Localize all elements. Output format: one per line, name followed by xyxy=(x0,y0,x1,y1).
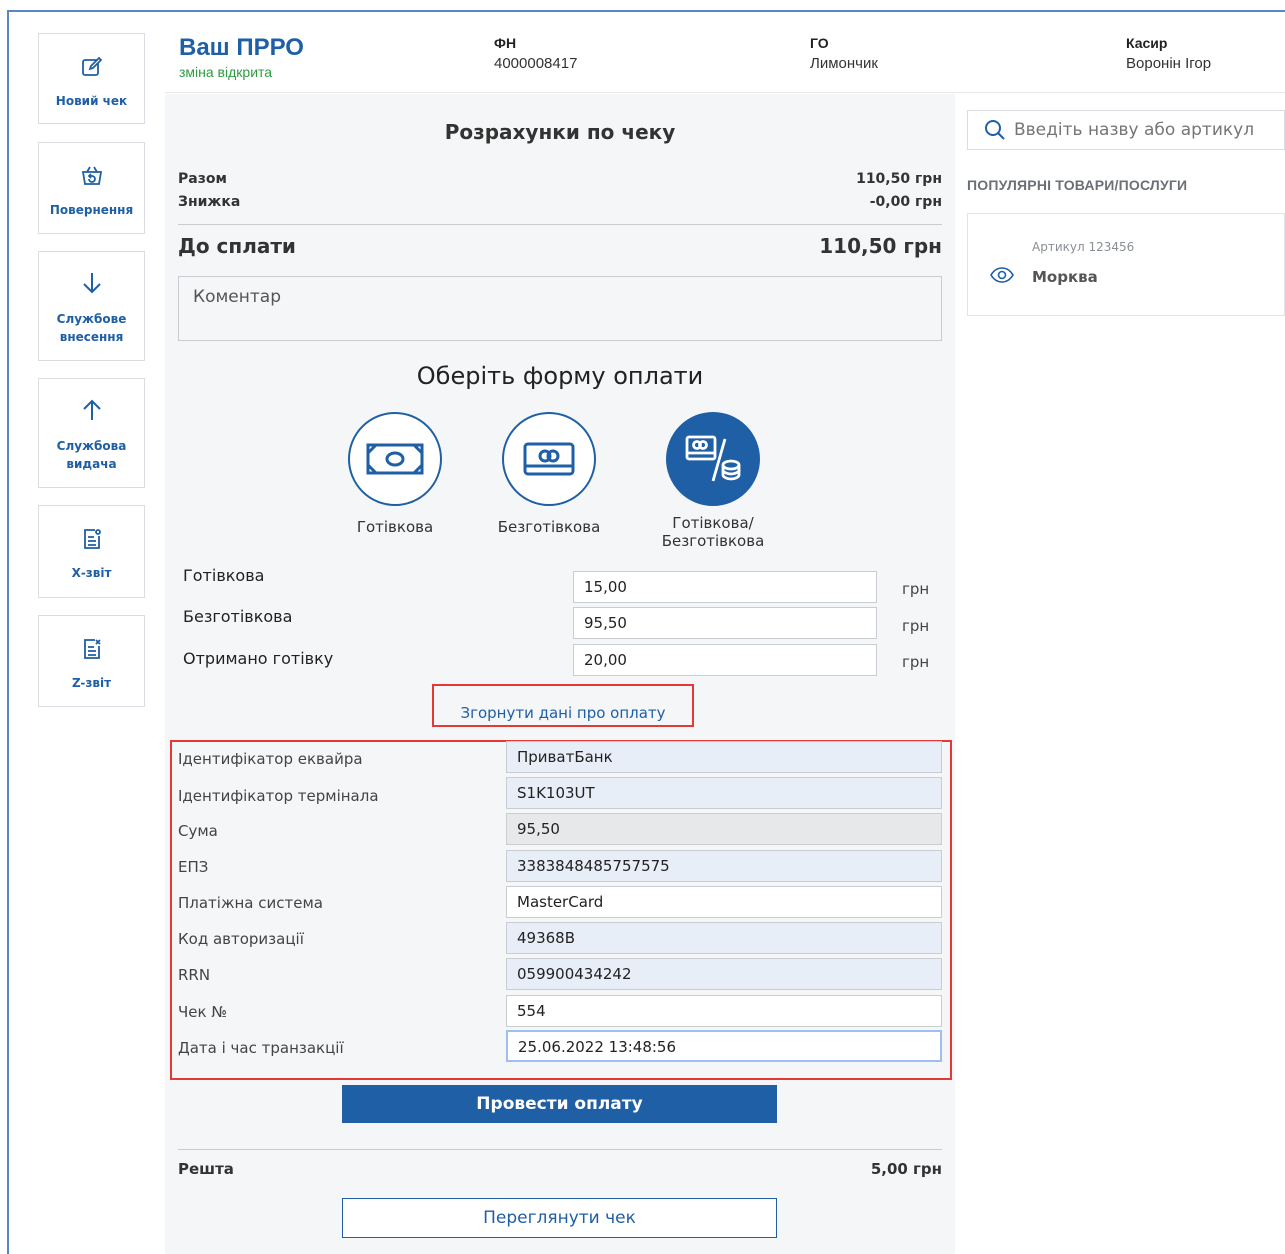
sidebar-service-withdrawal-button[interactable]: Службова видача xyxy=(38,378,145,488)
cashier-value: Воронін Ігор xyxy=(1126,55,1212,72)
payment-method-label: Безготівкова xyxy=(497,518,601,536)
card-number-label: ЕПЗ xyxy=(178,858,209,876)
acquirer-id-field[interactable]: ПриватБанк xyxy=(506,741,942,773)
sidebar-z-report-button[interactable]: Z-звіт xyxy=(38,615,145,707)
receipt-number-label: Чек № xyxy=(178,1003,227,1021)
shift-status: зміна відкрита xyxy=(179,64,273,80)
acquirer-id-label: Ідентифікатор еквайра xyxy=(178,750,363,768)
transaction-datetime-field[interactable]: 25.06.2022 13:48:56 xyxy=(506,1030,942,1062)
terminal-id-field[interactable]: S1K103UT xyxy=(506,777,942,809)
payment-method-title: Оберіть форму оплати xyxy=(416,362,704,390)
amount-due-label: До сплати xyxy=(178,234,296,258)
payment-method-label: Готівкова/ Безготівкова xyxy=(648,514,778,550)
currency-unit: грн xyxy=(902,580,930,598)
basket-return-icon xyxy=(79,163,105,189)
fiscal-number: ФН 4000008417 xyxy=(494,35,577,72)
eye-icon[interactable] xyxy=(990,266,1014,284)
sidebar-return-button[interactable]: Повернення xyxy=(38,142,145,234)
terminal-id-label: Ідентифікатор термінала xyxy=(178,787,379,805)
window-left-border xyxy=(7,10,9,1254)
sidebar-item-label: Службова видача xyxy=(56,439,127,471)
product-search[interactable] xyxy=(967,110,1285,150)
submit-payment-button[interactable]: Провести оплату xyxy=(342,1085,777,1123)
business-entity-value: Лимончик xyxy=(810,55,878,72)
payment-method-card[interactable]: Безготівкова xyxy=(484,412,614,536)
amount-due-value: 110,50 грн xyxy=(819,234,942,258)
currency-unit: грн xyxy=(902,617,930,635)
transaction-datetime-label: Дата і час транзакції xyxy=(178,1039,344,1057)
payment-system-label: Платіжна система xyxy=(178,894,323,912)
cash-received-label: Отримано готівку xyxy=(183,649,334,668)
sidebar-service-deposit-button[interactable]: Службове внесення xyxy=(38,251,145,361)
discount-value: -0,00 грн xyxy=(869,194,942,210)
cash-amount-input[interactable]: 15,00 xyxy=(573,571,877,603)
view-receipt-button[interactable]: Переглянути чек xyxy=(342,1198,777,1238)
change-label: Решта xyxy=(178,1160,234,1178)
sidebar-item-label: Х-звіт xyxy=(71,566,112,580)
cashier: Касир Воронін Ігор xyxy=(1126,35,1211,72)
cash-icon xyxy=(348,412,442,506)
sidebar-item-label: Новий чек xyxy=(55,94,128,108)
rrn-field[interactable]: 059900434242 xyxy=(506,958,942,990)
sidebar-new-receipt-button[interactable]: Новий чек xyxy=(38,33,145,124)
auth-code-label: Код авторизації xyxy=(178,930,304,948)
sidebar-item-label: Службове внесення xyxy=(56,312,127,344)
arrow-up-icon xyxy=(79,397,105,423)
edit-icon xyxy=(79,54,105,80)
collapse-payment-details-link[interactable]: Згорнути дані про оплату xyxy=(432,704,694,722)
divider xyxy=(178,1149,942,1150)
business-entity-label: ГО xyxy=(810,35,829,51)
card-number-field[interactable]: 3383848485757575 xyxy=(506,850,942,882)
cashier-label: Касир xyxy=(1126,35,1168,51)
currency-unit: грн xyxy=(902,653,930,671)
amount-label: Сума xyxy=(178,822,218,840)
search-icon xyxy=(984,119,1006,141)
discount-label: Знижка xyxy=(178,194,241,210)
popular-products-title: ПОПУЛЯРНІ ТОВАРИ/ПОСЛУГИ xyxy=(967,177,1188,193)
app-title: Ваш ПРРО xyxy=(179,34,304,61)
cash-received-input[interactable]: 20,00 xyxy=(573,644,877,676)
arrow-down-icon xyxy=(79,270,105,296)
payment-system-field[interactable]: MasterCard xyxy=(506,886,942,918)
payment-method-mixed[interactable]: Готівкова/ Безготівкова xyxy=(648,412,778,550)
business-entity: ГО Лимончик xyxy=(810,35,878,72)
rrn-label: RRN xyxy=(178,966,211,984)
fiscal-number-label: ФН xyxy=(494,35,517,51)
card-amount-input[interactable]: 95,50 xyxy=(573,607,877,639)
product-name: Морква xyxy=(1032,268,1098,286)
z-report-icon xyxy=(79,636,105,662)
receipt-number-field[interactable]: 554 xyxy=(506,995,942,1027)
product-card[interactable]: Артикул 123456 Морква xyxy=(967,213,1285,316)
x-report-icon xyxy=(79,526,105,552)
comment-field[interactable]: Коментар xyxy=(178,276,942,341)
sidebar-x-report-button[interactable]: Х-звіт xyxy=(38,505,145,598)
amount-field[interactable]: 95,50 xyxy=(506,813,942,845)
payment-method-label: Готівкова xyxy=(356,518,434,536)
cash-amount-label: Готівкова xyxy=(183,566,265,585)
payment-panel: Розрахунки по чеку Разом 110,50 грн Зниж… xyxy=(165,94,955,1254)
search-input[interactable] xyxy=(1014,120,1274,140)
card-coins-icon xyxy=(666,412,760,506)
product-article: Артикул 123456 xyxy=(1032,240,1135,254)
sidebar-item-label: Z-звіт xyxy=(71,676,112,690)
total-value: 110,50 грн xyxy=(856,171,942,187)
sidebar-item-label: Повернення xyxy=(49,203,134,217)
change-value: 5,00 грн xyxy=(870,1160,942,1178)
auth-code-field[interactable]: 49368B xyxy=(506,922,942,954)
fiscal-number-value: 4000008417 xyxy=(494,55,578,72)
card-icon xyxy=(502,412,596,506)
payment-method-cash[interactable]: Готівкова xyxy=(330,412,460,536)
card-amount-label: Безготівкова xyxy=(183,607,293,626)
payment-method-label-line2: Безготівкова xyxy=(661,532,765,550)
divider xyxy=(178,224,942,225)
total-label: Разом xyxy=(178,171,227,187)
payment-method-label-line1: Готівкова/ xyxy=(672,514,754,532)
page-title: Розрахунки по чеку xyxy=(444,120,676,144)
window-top-border xyxy=(7,10,1285,12)
header-divider xyxy=(165,92,1285,93)
